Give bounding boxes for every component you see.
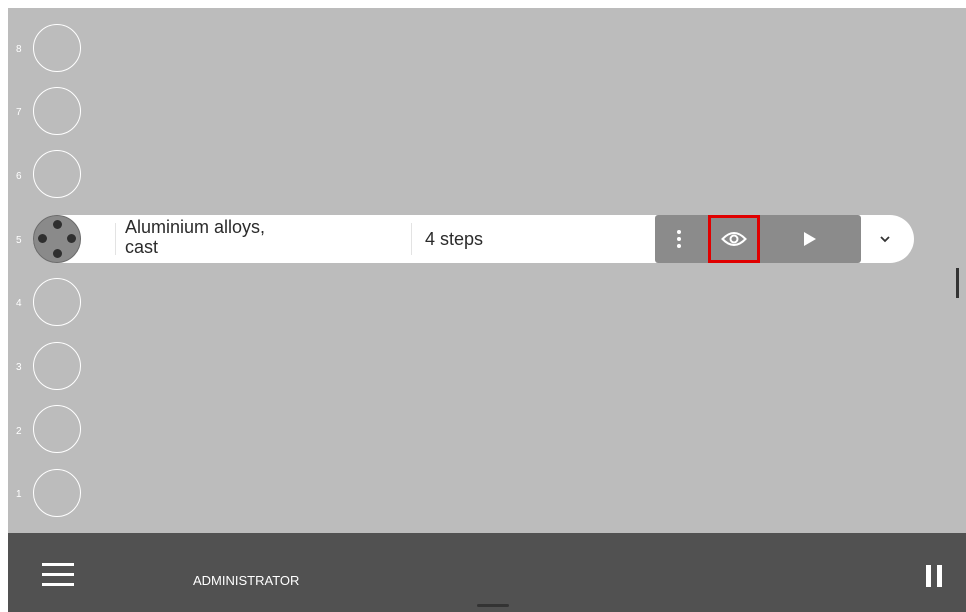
slot-6-empty[interactable] <box>33 150 81 198</box>
chevron-down-icon <box>880 235 890 242</box>
slot-3-empty[interactable] <box>33 342 81 390</box>
method-steps: 4 steps <box>425 229 484 249</box>
hamburger-menu-icon[interactable] <box>42 563 74 587</box>
slot-1-empty[interactable] <box>33 469 81 517</box>
slot-2-empty[interactable] <box>33 405 81 453</box>
bottom-bar: ADMINISTRATOR <box>8 533 966 612</box>
slot-5-row[interactable]: Aluminium alloys, cast 4 steps <box>33 215 914 263</box>
method-name-line1: Aluminium alloys, <box>125 217 266 237</box>
start-method-button[interactable] <box>785 215 835 263</box>
slot-8-empty[interactable] <box>33 24 81 72</box>
expand-row-button[interactable] <box>873 227 897 251</box>
slot-number-3: 3 <box>16 362 22 373</box>
row-divider <box>411 223 412 255</box>
view-method-button[interactable] <box>708 215 760 263</box>
slot-number-5: 5 <box>16 235 22 246</box>
method-action-group <box>655 215 861 263</box>
slot-number-4: 4 <box>16 298 22 309</box>
more-options-button[interactable] <box>655 215 703 263</box>
slot-4-empty[interactable] <box>33 278 81 326</box>
sample-holder-screen: 8 7 6 5 Aluminium alloys, cast 4 steps 4… <box>8 8 966 612</box>
method-name: Aluminium alloys, cast <box>125 217 265 257</box>
slot-number-1: 1 <box>16 489 22 500</box>
eye-icon <box>721 232 747 246</box>
row-divider <box>115 223 116 255</box>
slot-number-6: 6 <box>16 171 22 182</box>
sample-holder-disc-icon <box>33 215 81 263</box>
scroll-indicator[interactable] <box>956 268 959 298</box>
slot-7-empty[interactable] <box>33 87 81 135</box>
user-role-label: ADMINISTRATOR <box>193 573 300 588</box>
vertical-dots-icon <box>677 230 681 248</box>
method-name-line2: cast <box>125 237 159 257</box>
pause-icon[interactable] <box>924 565 944 587</box>
drawer-handle[interactable] <box>477 604 509 607</box>
play-icon <box>804 232 816 246</box>
slot-number-2: 2 <box>16 426 22 437</box>
slot-number-7: 7 <box>16 107 22 118</box>
slot-number-8: 8 <box>16 44 22 55</box>
